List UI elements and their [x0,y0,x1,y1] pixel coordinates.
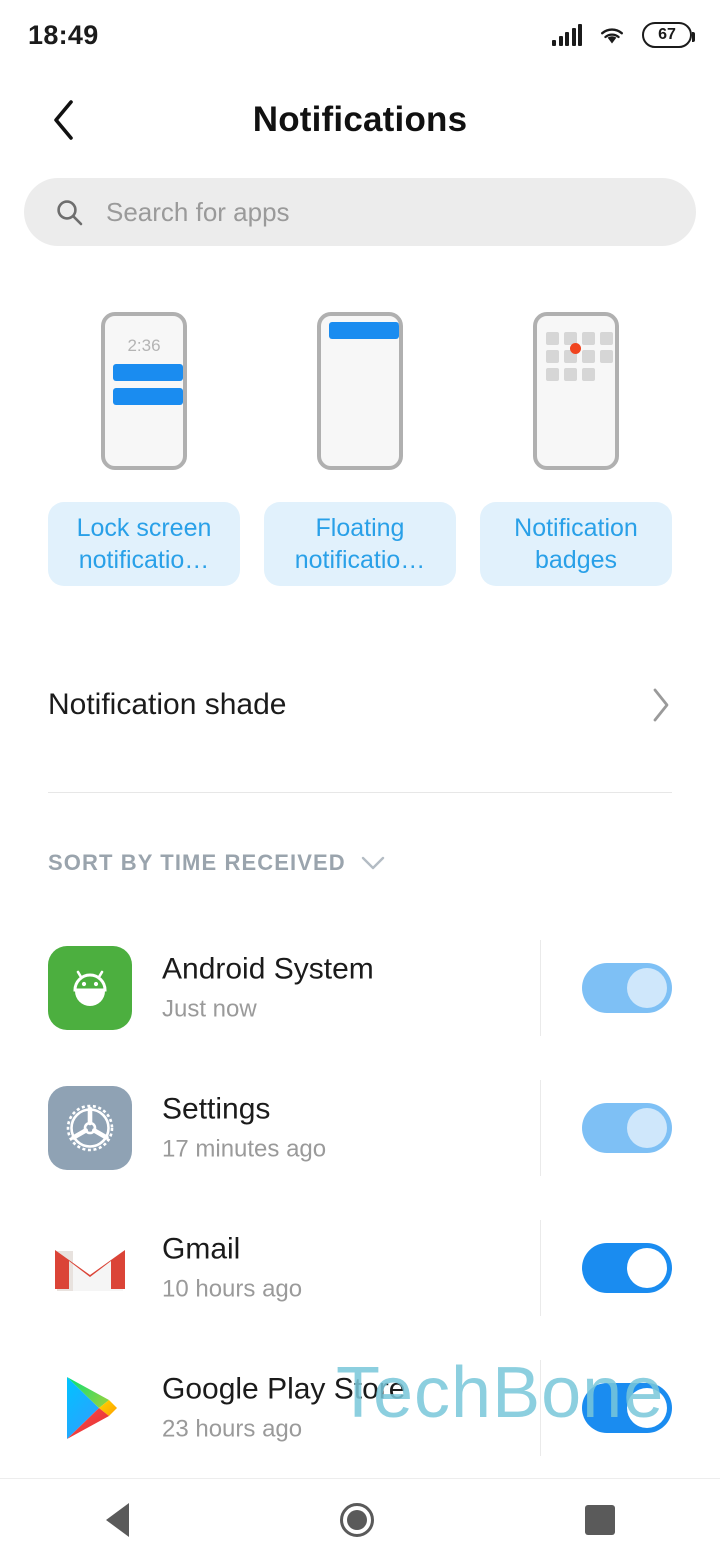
section-divider [48,792,672,793]
list-item[interactable]: Gmail 10 hours ago [0,1198,720,1338]
notification-shade-label: Notification shade [48,688,287,721]
row-separator [540,1360,541,1456]
feature-cards: 2:36 Lock screen notificatio… Floating n… [48,312,672,586]
notification-bar [113,388,183,405]
gmail-icon [48,1226,132,1310]
android-system-icon [48,946,132,1030]
toggle-knob [627,1248,667,1288]
app-info: Settings 17 minutes ago [162,1092,326,1165]
battery-icon: 67 [642,22,695,48]
app-name: Google Play Store [162,1372,406,1406]
app-time: 10 hours ago [162,1275,303,1303]
app-header: Notifications [0,70,720,170]
row-separator [540,1080,541,1176]
feature-card-label[interactable]: Floating notificatio… [264,502,456,586]
row-separator [540,940,541,1036]
lock-screen-phone-preview: 2:36 [101,312,187,470]
status-icons: 67 [552,22,695,48]
sort-label: SORT BY TIME RECEIVED [48,850,346,875]
app-info: Google Play Store 23 hours ago [162,1372,405,1445]
feature-card-label[interactable]: Notification badges [480,502,672,586]
app-grid-badge-phone-preview [533,312,619,470]
feature-card-lock-screen[interactable]: 2:36 Lock screen notificatio… [48,312,240,586]
app-notification-list: Android System Just now Settings 17 minu… [0,918,720,1478]
preview-clock: 2:36 [127,336,161,355]
feature-card-floating[interactable]: Floating notificatio… [264,312,456,586]
app-time: 23 hours ago [162,1415,303,1443]
settings-gear-icon [48,1086,132,1170]
list-item[interactable]: Google Play Store 23 hours ago [0,1338,720,1478]
status-bar: 18:49 67 [0,0,720,70]
search-bar[interactable]: Search for apps [24,178,696,246]
phone-screen: 18:49 67 Notifications Search for apps 2… [0,0,720,1560]
badge-dot-icon [570,343,581,354]
play-store-icon [48,1366,132,1450]
notification-toggle[interactable] [582,1103,672,1153]
signal-icon [552,24,582,46]
toggle-knob [627,968,667,1008]
app-info: Android System Just now [162,952,374,1025]
list-item[interactable]: Android System Just now [0,918,720,1058]
app-name: Settings [162,1092,271,1126]
chevron-right-icon [653,688,669,722]
floating-banner [329,322,399,339]
battery-level: 67 [658,26,676,43]
row-separator [540,1220,541,1316]
app-grid [546,332,614,381]
notification-toggle[interactable] [582,963,672,1013]
list-item[interactable]: Settings 17 minutes ago [0,1058,720,1198]
toggle-knob [627,1388,667,1428]
chevron-down-icon [361,856,384,870]
notification-bar [113,364,183,381]
app-time: Just now [162,995,257,1023]
feature-card-label[interactable]: Lock screen notificatio… [48,502,240,586]
notification-shade-row[interactable]: Notification shade [0,672,720,738]
app-name: Android System [162,952,374,986]
recents-square-icon[interactable] [584,1504,615,1535]
search-input[interactable]: Search for apps [106,197,290,228]
page-title: Notifications [252,100,468,139]
status-time: 18:49 [28,19,99,50]
sort-control[interactable]: SORT BY TIME RECEIVED [48,850,386,876]
notification-toggle[interactable] [582,1243,672,1293]
back-triangle-icon[interactable] [105,1502,129,1537]
app-time: 17 minutes ago [162,1135,327,1163]
wifi-icon [601,28,623,44]
floating-banner-phone-preview [317,312,403,470]
navigation-bar [0,1478,720,1560]
notification-toggle[interactable] [582,1383,672,1433]
app-name: Gmail [162,1232,241,1266]
app-info: Gmail 10 hours ago [162,1232,302,1305]
search-icon [57,200,83,226]
feature-card-badges[interactable]: Notification badges [480,312,672,586]
toggle-knob [627,1108,667,1148]
home-circle-icon[interactable] [339,1502,374,1537]
